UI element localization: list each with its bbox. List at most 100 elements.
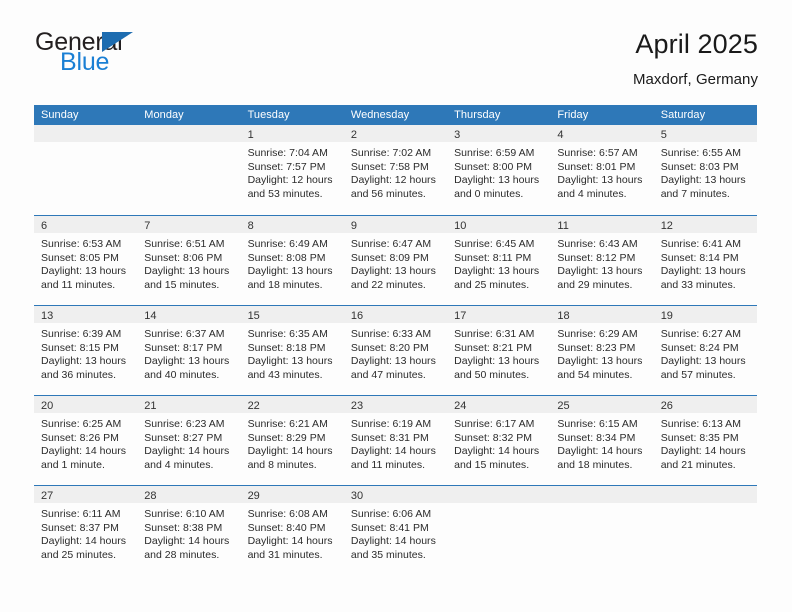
sunset-text: Sunset: 8:34 PM [557,431,636,444]
calendar-day-cell[interactable]: 25 Sunrise: 6:15 AM Sunset: 8:34 PM Dayligh… [550,396,654,485]
day-details: Sunrise: 6:19 AM Sunset: 8:31 PM Daylight:… [344,413,447,472]
day-details: Sunrise: 6:06 AM Sunset: 8:41 PM Daylight:… [344,503,447,562]
daylight-text-line2: and 0 minutes. [454,187,524,200]
sunrise-text: Sunrise: 6:55 AM [660,147,741,159]
daylight-text-line1: Daylight: 13 hours [144,355,230,368]
daylight-text-line1: Daylight: 13 hours [41,265,126,278]
general-blue-logo[interactable]: General Blue [34,28,264,90]
calendar-day-cell[interactable]: 22 Sunrise: 6:21 AM Sunset: 8:29 PM Dayligh… [240,396,344,485]
day-details: Sunrise: 6:11 AM Sunset: 8:37 PM Daylight:… [34,503,137,562]
day-number-band: 1 [240,125,344,142]
calendar-day-cell[interactable]: 17 Sunrise: 6:31 AM Sunset: 8:21 PM Dayligh… [447,306,551,395]
calendar-day-cell[interactable]: 28 Sunrise: 6:10 AM Sunset: 8:38 PM Dayligh… [137,486,241,575]
sunrise-text: Sunrise: 7:04 AM [247,147,328,159]
day-number-band: 4 [550,125,654,142]
calendar-day-cell[interactable]: 30 Sunrise: 6:06 AM Sunset: 8:41 PM Dayligh… [343,486,448,575]
daylight-text-line1: Daylight: 13 hours [350,355,436,368]
day-number: 28 [144,490,157,502]
day-number: 22 [247,400,260,412]
day-number: 15 [247,310,260,322]
calendar-day-cell[interactable]: 1 Sunrise: 7:04 AM Sunset: 7:57 PM Daylight… [240,125,344,215]
page-subtitle: Maxdorf, Germany [632,71,758,88]
daylight-text-line2: and 4 minutes. [557,187,627,200]
daylight-text-line1: Daylight: 13 hours [557,355,643,368]
calendar-day-cell[interactable]: 2 Sunrise: 7:02 AM Sunset: 7:58 PM Daylight… [343,125,448,215]
day-number: 30 [350,490,364,502]
day-number-band: 28 [137,486,241,503]
calendar-day-cell[interactable]: 18 Sunrise: 6:29 AM Sunset: 8:23 PM Dayligh… [550,306,654,395]
calendar-day-cell[interactable]: 16 Sunrise: 6:33 AM Sunset: 8:20 PM Dayligh… [343,306,448,395]
daylight-text-line2: and 15 minutes. [144,278,220,291]
weekday-header-monday: Monday [144,109,184,121]
sunset-text: Sunset: 8:21 PM [454,341,533,354]
daylight-text-line1: Daylight: 13 hours [454,355,540,368]
calendar-day-cell[interactable]: 11 Sunrise: 6:43 AM Sunset: 8:12 PM Dayligh… [550,216,654,305]
weekday-header-thursday: Thursday [454,109,501,121]
calendar-day-cell[interactable]: 14 Sunrise: 6:37 AM Sunset: 8:17 PM Dayligh… [137,306,241,395]
calendar-day-cell[interactable]: 5 Sunrise: 6:55 AM Sunset: 8:03 PM Daylight… [653,125,757,215]
sunset-text: Sunset: 7:58 PM [350,160,429,173]
daylight-text-line1: Daylight: 13 hours [247,355,333,368]
day-details: Sunrise: 6:31 AM Sunset: 8:21 PM Daylight:… [447,323,550,382]
calendar-day-cell[interactable]: 29 Sunrise: 6:08 AM Sunset: 8:40 PM Dayligh… [240,486,344,575]
calendar-day-cell[interactable]: 12 Sunrise: 6:41 AM Sunset: 8:14 PM Dayligh… [653,216,757,305]
calendar-day-cell[interactable]: 24 Sunrise: 6:17 AM Sunset: 8:32 PM Dayligh… [447,396,551,485]
day-number-band [34,125,138,142]
daylight-text-line2: and 47 minutes. [350,368,426,381]
day-details: Sunrise: 6:13 AM Sunset: 8:35 PM Daylight:… [654,413,757,472]
sunrise-text: Sunrise: 6:33 AM [350,328,432,340]
day-number: 9 [350,220,357,232]
calendar-week-row: 6 Sunrise: 6:53 AM Sunset: 8:05 PM Daylight… [34,215,757,305]
calendar-day-cell[interactable]: 8 Sunrise: 6:49 AM Sunset: 8:08 PM Daylight… [240,216,344,305]
calendar-day-cell[interactable]: 6 Sunrise: 6:53 AM Sunset: 8:05 PM Daylight… [34,216,138,305]
sunrise-text: Sunrise: 6:23 AM [144,418,225,430]
day-details [137,142,240,147]
daylight-text-line1: Daylight: 12 hours [247,174,333,187]
calendar-day-cell[interactable]: 15 Sunrise: 6:35 AM Sunset: 8:18 PM Dayligh… [240,306,344,395]
day-number: 6 [41,220,48,232]
calendar-day-cell[interactable]: 27 Sunrise: 6:11 AM Sunset: 8:37 PM Dayligh… [34,486,138,575]
day-number-band: 6 [34,216,138,233]
day-details: Sunrise: 6:39 AM Sunset: 8:15 PM Daylight:… [34,323,137,382]
calendar-day-cell[interactable]: 13 Sunrise: 6:39 AM Sunset: 8:15 PM Dayligh… [34,306,138,395]
day-number: 2 [350,129,357,141]
sunrise-text: Sunrise: 6:19 AM [350,418,432,430]
day-details: Sunrise: 6:49 AM Sunset: 8:08 PM Daylight:… [241,233,344,292]
daylight-text-line2: and 35 minutes. [350,548,426,561]
calendar-day-cell[interactable]: 4 Sunrise: 6:57 AM Sunset: 8:01 PM Daylight… [550,125,654,215]
calendar-week-row: 27 Sunrise: 6:11 AM Sunset: 8:37 PM Dayligh… [34,485,757,575]
day-details: Sunrise: 6:21 AM Sunset: 8:29 PM Daylight:… [241,413,344,472]
calendar-day-cell[interactable]: 19 Sunrise: 6:27 AM Sunset: 8:24 PM Dayligh… [653,306,757,395]
calendar-day-cell[interactable]: 26 Sunrise: 6:13 AM Sunset: 8:35 PM Dayligh… [653,396,757,485]
calendar-day-cell[interactable]: 20 Sunrise: 6:25 AM Sunset: 8:26 PM Dayligh… [34,396,138,485]
calendar-day-cell[interactable]: 3 Sunrise: 6:59 AM Sunset: 8:00 PM Daylight… [447,125,551,215]
day-details: Sunrise: 6:43 AM Sunset: 8:12 PM Daylight:… [550,233,653,292]
page-title: April 2025 [635,29,758,59]
calendar-day-cell[interactable]: 23 Sunrise: 6:19 AM Sunset: 8:31 PM Dayligh… [343,396,448,485]
day-number [447,490,454,502]
day-number: 10 [454,220,467,232]
calendar-week-row: 20 Sunrise: 6:25 AM Sunset: 8:26 PM Dayligh… [34,395,757,485]
day-details: Sunrise: 6:45 AM Sunset: 8:11 PM Daylight:… [447,233,550,292]
day-number-band [137,125,241,142]
daylight-text-line2: and 33 minutes. [660,278,736,291]
day-number-band [653,486,757,503]
daylight-text-line2: and 56 minutes. [350,187,426,200]
day-number: 12 [660,220,673,232]
day-details: Sunrise: 6:51 AM Sunset: 8:06 PM Daylight:… [137,233,240,292]
day-number-band: 11 [550,216,654,233]
sunset-text: Sunset: 8:05 PM [41,251,119,264]
calendar-day-cell[interactable]: 9 Sunrise: 6:47 AM Sunset: 8:09 PM Daylight… [343,216,448,305]
calendar-day-cell[interactable]: 7 Sunrise: 6:51 AM Sunset: 8:06 PM Daylight… [137,216,241,305]
day-number-band: 24 [447,396,551,413]
calendar-day-cell[interactable]: 10 Sunrise: 6:45 AM Sunset: 8:11 PM Dayligh… [447,216,551,305]
day-number-band: 21 [137,396,241,413]
sunrise-text: Sunrise: 6:45 AM [454,238,535,250]
daylight-text-line2: and 15 minutes. [454,458,530,471]
daylight-text-line1: Daylight: 14 hours [350,535,436,548]
calendar-day-cell[interactable]: 21 Sunrise: 6:23 AM Sunset: 8:27 PM Dayligh… [137,396,241,485]
day-number: 19 [660,310,673,322]
day-number-band: 30 [343,486,448,503]
day-details: Sunrise: 6:55 AM Sunset: 8:03 PM Daylight:… [654,142,757,201]
sunset-text: Sunset: 8:01 PM [557,160,636,173]
